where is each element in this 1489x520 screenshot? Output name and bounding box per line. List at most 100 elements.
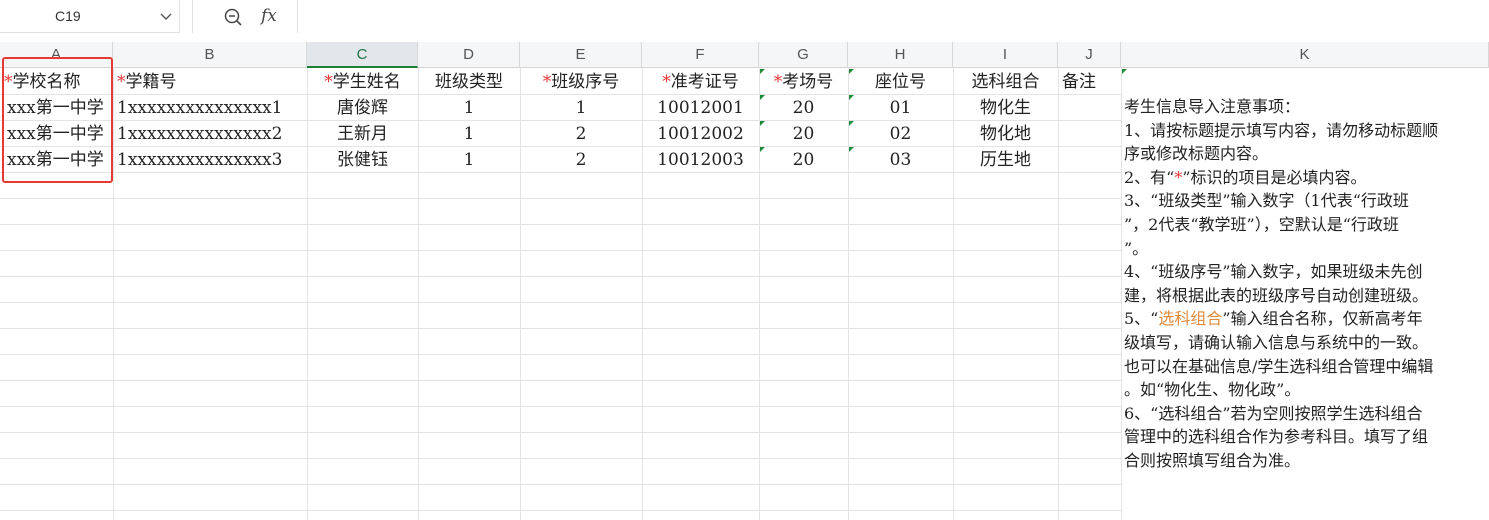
grid-row-line: [0, 484, 1121, 485]
header-cell-f[interactable]: *准考证号: [646, 69, 755, 95]
import-notes: 考生信息导入注意事项： 1、请按标题提示填写内容，请勿移动标题顺 序或修改标题内…: [1124, 95, 1480, 473]
header-cell-d[interactable]: 班级类型: [422, 69, 516, 95]
grid-column-line: [307, 68, 308, 520]
column-header-i[interactable]: I: [953, 42, 1058, 68]
table-cell[interactable]: 20: [763, 95, 844, 121]
table-cell[interactable]: 2: [524, 147, 638, 173]
number-as-text-indicator: [760, 95, 765, 100]
notes-line: 3、“班级类型”输入数字（1代表“行政班: [1124, 191, 1409, 211]
table-cell[interactable]: 10012003: [646, 147, 755, 173]
header-cell-h[interactable]: 座位号: [852, 69, 949, 95]
notes-line: ”，2代表“教学班”），空默认是“行政班: [1124, 214, 1399, 234]
column-header-h[interactable]: H: [848, 42, 953, 68]
comment-indicator: [1122, 69, 1127, 74]
notes-title: 考生信息导入注意事项：: [1124, 97, 1301, 116]
notes-line: 管理中的选科组合作为参考科目。填写了组: [1124, 427, 1429, 447]
required-star: *: [324, 72, 333, 92]
header-label: 备注: [1062, 72, 1096, 92]
grid-row-line: [0, 276, 1121, 277]
notes-line: 4、“班级序号”输入数字，如果班级未先创: [1124, 262, 1423, 282]
column-header-k[interactable]: K: [1121, 42, 1489, 68]
table-cell[interactable]: 1: [524, 95, 638, 121]
table-cell[interactable]: 1xxxxxxxxxxxxxxx3: [117, 147, 303, 173]
grid-column-line: [113, 68, 114, 520]
table-cell[interactable]: 2: [524, 121, 638, 147]
number-as-text-indicator: [849, 121, 854, 126]
grid-column-line: [1121, 68, 1122, 520]
table-cell[interactable]: 20: [763, 147, 844, 173]
table-cell[interactable]: 02: [852, 121, 949, 147]
table-cell[interactable]: 物化生: [957, 95, 1054, 121]
table-cell[interactable]: 10012001: [646, 95, 755, 121]
table-cell[interactable]: 10012002: [646, 121, 755, 147]
table-cell[interactable]: 1: [422, 147, 516, 173]
notes-line: 合则按照填写组合为准。: [1124, 450, 1301, 470]
header-cell-e[interactable]: *班级序号: [524, 69, 638, 95]
grid-column-line: [1058, 68, 1059, 520]
grid-column-line: [520, 68, 521, 520]
grid-row-line: [0, 380, 1121, 381]
table-cell[interactable]: 张健钰: [311, 147, 414, 173]
header-label: 班级类型: [435, 72, 503, 92]
table-cell[interactable]: 01: [852, 95, 949, 121]
column-header-f[interactable]: F: [642, 42, 759, 68]
grid-row-line: [0, 406, 1121, 407]
column-header-c[interactable]: C: [307, 42, 418, 68]
grid-row-line: [0, 198, 1121, 199]
table-cell[interactable]: 1: [422, 121, 516, 147]
grid-row-line: [0, 432, 1121, 433]
notes-text: ”标识的项目是必填内容。: [1182, 167, 1367, 187]
header-label: 学籍号: [125, 72, 177, 92]
table-cell[interactable]: 03: [852, 147, 949, 173]
notes-line: 1、请按标题提示填写内容，请勿移动标题顺: [1124, 120, 1439, 140]
header-label: 选科组合: [971, 72, 1040, 92]
grid-column-line: [953, 68, 954, 520]
grid-row-line: [0, 354, 1121, 355]
column-header-e[interactable]: E: [520, 42, 642, 68]
header-label: 学生姓名: [332, 72, 401, 92]
selection-highlight-box: [2, 57, 113, 183]
notes-line: 6、“选科组合”若为空则按照学生选科组合: [1124, 403, 1423, 423]
required-star: *: [542, 72, 552, 92]
number-as-text-indicator: [760, 121, 765, 126]
table-cell[interactable]: 唐俊辉: [311, 95, 414, 121]
notes-line: 建，将根据此表的班级序号自动创建班级。: [1124, 285, 1429, 305]
header-cell-j[interactable]: 备注: [1062, 69, 1117, 95]
table-cell[interactable]: 1xxxxxxxxxxxxxxx1: [117, 95, 303, 121]
number-as-text-indicator: [760, 69, 765, 74]
header-cell-i[interactable]: 选科组合: [957, 69, 1054, 95]
number-as-text-indicator: [849, 147, 854, 152]
grid-column-line: [642, 68, 643, 520]
table-cell[interactable]: [1062, 147, 1117, 173]
column-header-g[interactable]: G: [759, 42, 848, 68]
table-cell[interactable]: [1062, 121, 1117, 147]
grid-column-line: [848, 68, 849, 520]
notes-line: 。如“物化生、物化政”。: [1124, 380, 1301, 400]
table-cell[interactable]: 20: [763, 121, 844, 147]
grid-column-line: [759, 68, 760, 520]
header-cell-b[interactable]: *学籍号: [117, 69, 303, 95]
header-cell-g[interactable]: *考场号: [763, 69, 844, 95]
column-header-j[interactable]: J: [1058, 42, 1121, 68]
table-cell[interactable]: 历生地: [957, 147, 1054, 173]
table-cell[interactable]: 物化地: [957, 121, 1054, 147]
table-cell[interactable]: 1xxxxxxxxxxxxxxx2: [117, 121, 303, 147]
grid-row-line: [0, 224, 1121, 225]
header-cell-c[interactable]: *学生姓名: [311, 69, 414, 95]
number-as-text-indicator: [849, 69, 854, 74]
notes-line: 级填写，请确认输入信息与系统中的一致。: [1124, 332, 1429, 352]
grid-row-line: [0, 458, 1121, 459]
header-label: 座位号: [875, 72, 926, 92]
table-cell[interactable]: [1062, 95, 1117, 121]
notes-line: ”。: [1124, 238, 1149, 258]
column-header-d[interactable]: D: [418, 42, 520, 68]
notes-line: 序或修改标题内容。: [1124, 144, 1269, 164]
table-cell[interactable]: 王新月: [311, 121, 414, 147]
grid-row-line: [0, 302, 1121, 303]
notes-text: 5、“: [1124, 309, 1159, 329]
grid-row-line: [0, 328, 1121, 329]
table-cell[interactable]: 1: [422, 95, 516, 121]
column-header-b[interactable]: B: [113, 42, 307, 68]
notes-line: 也可以在基础信息/学生选科组合管理中编辑: [1124, 356, 1434, 376]
required-star: *: [117, 72, 126, 92]
